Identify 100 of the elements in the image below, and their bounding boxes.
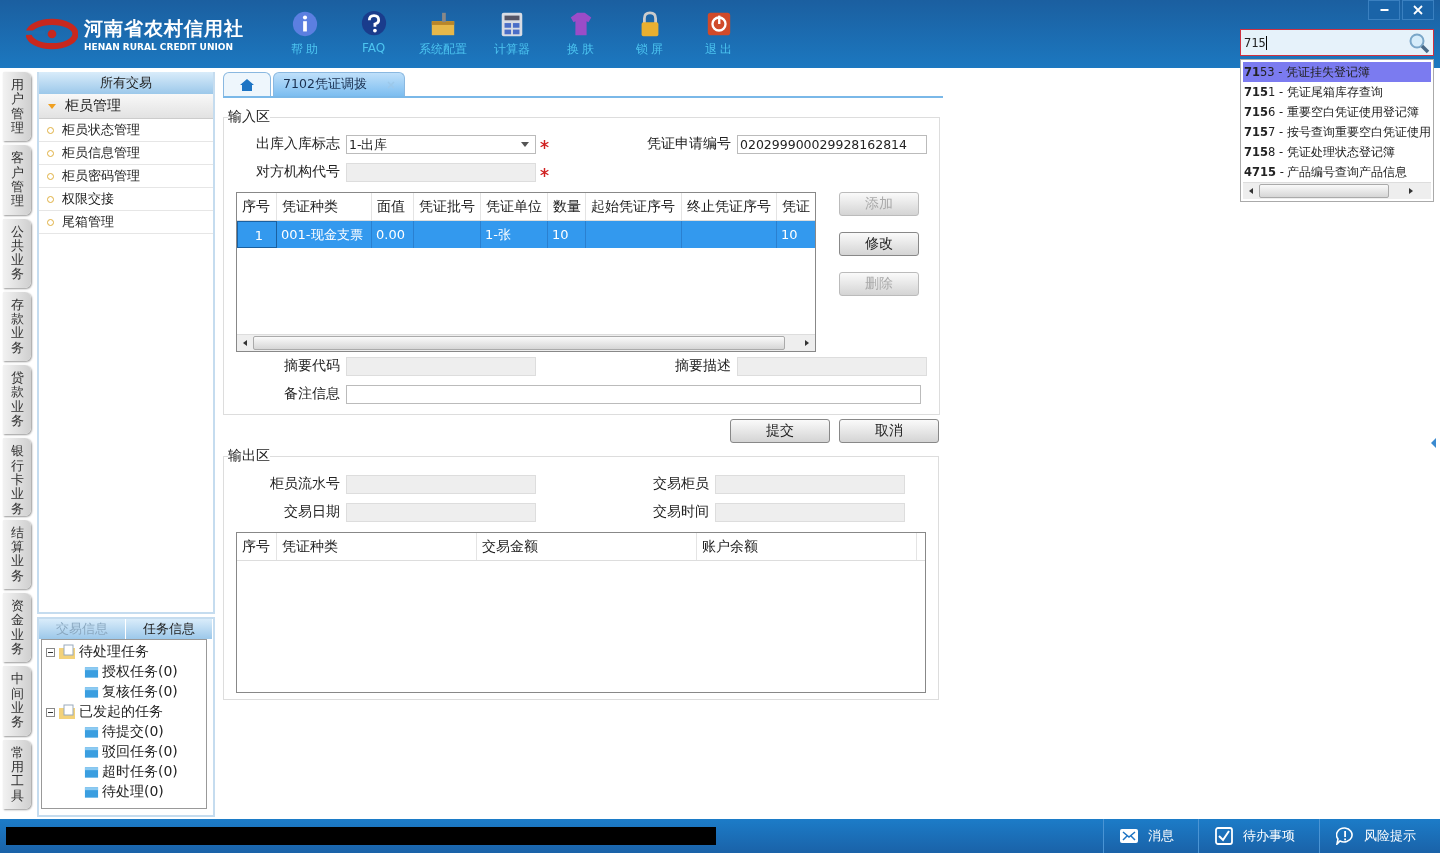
form-button[interactable]: 提交: [730, 419, 830, 443]
dropdown-icon: [521, 141, 529, 147]
field-label: 备注信息: [283, 385, 341, 403]
envelope-icon: [1120, 827, 1138, 845]
side-tab[interactable]: 贷款业务: [3, 365, 31, 435]
search-icon: [1408, 32, 1430, 54]
input-field[interactable]: [715, 475, 905, 494]
toggle-icon[interactable]: [46, 647, 55, 657]
horizontal-scrollbar[interactable]: [1243, 182, 1431, 199]
close-icon: [1412, 4, 1424, 16]
close-icon[interactable]: [386, 80, 395, 89]
minimize-icon: [1379, 9, 1389, 11]
select-field[interactable]: 1-出库: [346, 134, 536, 154]
input-field[interactable]: [346, 384, 921, 404]
nav-group[interactable]: 柜员管理: [39, 94, 213, 119]
tree-item[interactable]: 待处理(0): [102, 783, 164, 801]
table-cell: 1: [237, 221, 277, 248]
suggestion-item[interactable]: 7157 - 按号查询重要空白凭证使用: [1243, 122, 1431, 142]
left-arrow-icon[interactable]: [1249, 188, 1253, 194]
table-cell: 1-张: [481, 221, 548, 248]
tree-item[interactable]: 待提交(0): [102, 723, 164, 741]
tree-item[interactable]: 超时任务(0): [102, 763, 178, 781]
column-header[interactable]: 账户余额: [697, 533, 917, 560]
right-arrow-icon[interactable]: [805, 340, 809, 346]
tree-item[interactable]: 授权任务(0): [102, 663, 178, 681]
side-tab[interactable]: 资金业务: [3, 593, 31, 663]
column-header[interactable]: 凭证种类: [277, 193, 372, 220]
field-label: 柜员流水号: [269, 475, 341, 493]
nav-item[interactable]: 柜员状态管理: [39, 119, 213, 142]
suggestion-item[interactable]: 7151 - 凭证尾箱库存查询: [1243, 82, 1431, 102]
table-cell: 001-现金支票: [277, 221, 372, 248]
side-tab[interactable]: 公共业务: [3, 218, 31, 288]
folder-icon: [84, 685, 99, 699]
column-header[interactable]: 交易金额: [477, 533, 697, 560]
folder-icon: [58, 644, 76, 660]
panel-title: 所有交易: [39, 72, 213, 94]
field-label: 对方机构代号: [255, 163, 341, 181]
nav-item[interactable]: 柜员密码管理: [39, 165, 213, 188]
suggestion-item[interactable]: 4715 - 产品编号查询产品信息: [1243, 162, 1431, 182]
left-arrow-icon[interactable]: [243, 340, 247, 346]
field-label: 交易时间: [652, 503, 710, 521]
folder-icon: [84, 745, 99, 759]
tree-node[interactable]: 待处理任务: [79, 643, 149, 661]
horizontal-scrollbar[interactable]: [237, 334, 815, 351]
table-cell: 10: [548, 221, 586, 248]
suggestion-item[interactable]: 7156 - 重要空白凭证使用登记簿: [1243, 102, 1431, 122]
column-header[interactable]: 起始凭证序号: [586, 193, 682, 220]
status-button[interactable]: 风险提示: [1319, 819, 1440, 853]
folder-icon: [58, 704, 76, 720]
status-button[interactable]: 待办事项: [1198, 819, 1319, 853]
column-header[interactable]: 面值: [372, 193, 414, 220]
column-header[interactable]: 凭证: [777, 193, 815, 220]
field-label: 出库入库标志: [255, 135, 341, 153]
side-tab[interactable]: 银行卡业务: [3, 438, 31, 516]
home-icon: [239, 77, 255, 92]
toggle-icon[interactable]: [46, 707, 55, 717]
column-header[interactable]: 序号: [237, 193, 277, 220]
search-field[interactable]: 715: [1240, 29, 1434, 56]
side-tab[interactable]: 存款业务: [3, 291, 31, 362]
minimize-button[interactable]: [1368, 0, 1400, 20]
side-tab[interactable]: 中间业务: [3, 666, 31, 736]
home-tab[interactable]: [223, 72, 271, 96]
status-button[interactable]: 消息: [1103, 819, 1198, 853]
column-header[interactable]: 凭证单位: [481, 193, 548, 220]
right-arrow-icon[interactable]: [1409, 188, 1413, 194]
tree-item[interactable]: 复核任务(0): [102, 683, 178, 701]
column-header[interactable]: 终止凭证序号: [682, 193, 777, 220]
table-cell: 10: [777, 221, 815, 248]
folder-icon: [84, 725, 99, 739]
column-header[interactable]: 数量: [548, 193, 586, 220]
input-field[interactable]: [346, 503, 536, 522]
nav-item[interactable]: 尾箱管理: [39, 211, 213, 234]
logo-icon: [26, 18, 78, 50]
logo-title: 河南省农村信用社: [84, 16, 244, 41]
nav-item[interactable]: 柜员信息管理: [39, 142, 213, 165]
folder-icon: [84, 665, 99, 679]
tree-item[interactable]: 驳回任务(0): [102, 743, 178, 761]
input-field[interactable]: 020299900029928162814: [737, 134, 927, 154]
side-tab[interactable]: 常用工具: [3, 739, 31, 809]
page-tab[interactable]: 7102凭证调拨: [273, 72, 405, 96]
column-header[interactable]: 凭证种类: [277, 533, 477, 560]
close-button[interactable]: [1402, 0, 1434, 20]
field-label: 交易柜员: [652, 475, 710, 493]
input-field[interactable]: [346, 475, 536, 494]
side-tab[interactable]: 用户管理: [3, 72, 31, 142]
column-header[interactable]: 序号: [237, 533, 277, 560]
field-label: 摘要代码: [283, 357, 341, 375]
tree-node[interactable]: 已发起的任务: [79, 703, 163, 721]
suggestion-item[interactable]: 7158 - 凭证处理状态登记簿: [1243, 142, 1431, 162]
action-button[interactable]: 修改: [839, 232, 919, 256]
column-header[interactable]: 凭证批号: [414, 193, 481, 220]
collapse-icon[interactable]: [1431, 438, 1437, 448]
side-tab[interactable]: 客户管理: [3, 145, 31, 215]
nav-item[interactable]: 权限交接: [39, 188, 213, 211]
field-label: 凭证申请编号: [646, 135, 732, 153]
suggestion-item[interactable]: 7153 - 凭证挂失登记簿: [1243, 62, 1431, 82]
input-field[interactable]: [715, 503, 905, 522]
side-tab[interactable]: 结算业务: [3, 519, 31, 590]
form-button[interactable]: 取消: [839, 419, 939, 443]
logo-subtitle: HENAN RURAL CREDIT UNION: [84, 42, 234, 52]
